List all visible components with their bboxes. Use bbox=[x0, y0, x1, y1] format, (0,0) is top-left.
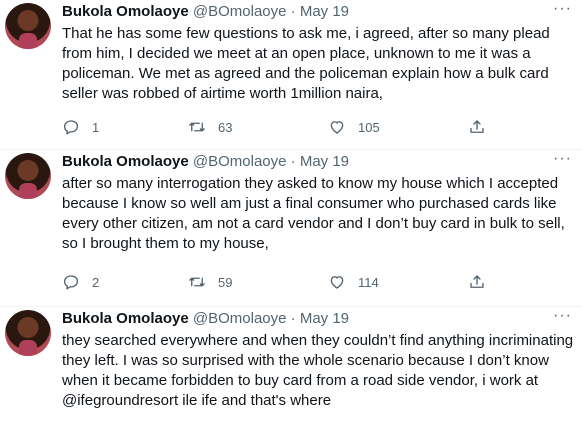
separator: · bbox=[290, 3, 296, 20]
separator: · bbox=[290, 153, 296, 170]
author-name[interactable]: Bukola Omolaoye bbox=[62, 153, 189, 170]
share-icon bbox=[470, 120, 484, 133]
retweet-count: 59 bbox=[218, 274, 233, 290]
tweet-text: That he has some few questions to ask me… bbox=[62, 25, 550, 102]
like-button[interactable]: 105 bbox=[328, 117, 380, 137]
heart-icon bbox=[330, 121, 344, 134]
tweet-actions: 2 59 114 bbox=[62, 272, 502, 292]
author-handle[interactable]: @BOmolaoye bbox=[193, 153, 287, 170]
reply-count: 2 bbox=[92, 274, 100, 290]
reply-button[interactable]: 1 bbox=[62, 117, 99, 137]
author-name[interactable]: Bukola Omolaoye bbox=[62, 310, 189, 327]
retweet-button[interactable]: 63 bbox=[188, 117, 232, 137]
tweet-header: Bukola Omolaoye @BOmolaoye · May 19 bbox=[62, 309, 562, 329]
author-handle[interactable]: @BOmolaoye bbox=[193, 3, 287, 20]
tweet-header: Bukola Omolaoye @BOmolaoye · May 19 bbox=[62, 2, 562, 22]
tweet-text: after so many interrogation they asked t… bbox=[62, 175, 565, 252]
share-button[interactable] bbox=[468, 272, 486, 292]
more-icon[interactable]: ··· bbox=[553, 150, 572, 168]
tweet-date[interactable]: May 19 bbox=[300, 153, 349, 170]
tweet[interactable]: Bukola Omolaoye @BOmolaoye · May 19 ··· … bbox=[0, 150, 582, 307]
reply-icon bbox=[63, 120, 79, 135]
author-handle[interactable]: @BOmolaoye bbox=[193, 310, 287, 327]
reply-count: 1 bbox=[92, 119, 100, 135]
avatar[interactable] bbox=[5, 153, 51, 199]
like-count: 114 bbox=[358, 274, 379, 290]
tweet-header: Bukola Omolaoye @BOmolaoye · May 19 bbox=[62, 152, 562, 172]
retweet-count: 63 bbox=[218, 119, 233, 135]
separator: · bbox=[290, 310, 296, 327]
tweet-date[interactable]: May 19 bbox=[300, 310, 349, 327]
tweet-date[interactable]: May 19 bbox=[300, 3, 349, 20]
retweet-icon bbox=[189, 122, 205, 132]
more-icon[interactable]: ··· bbox=[553, 307, 572, 325]
share-icon bbox=[470, 275, 484, 288]
tweet-text: they searched everywhere and when they c… bbox=[62, 332, 574, 409]
heart-icon bbox=[330, 276, 344, 289]
share-button[interactable] bbox=[468, 117, 486, 137]
tweet[interactable]: Bukola Omolaoye @BOmolaoye · May 19 ··· … bbox=[0, 0, 582, 150]
retweet-icon bbox=[189, 277, 205, 287]
tweet-actions: 1 63 105 bbox=[62, 117, 502, 137]
more-icon[interactable]: ··· bbox=[553, 0, 572, 18]
avatar[interactable] bbox=[5, 3, 51, 49]
tweet[interactable]: Bukola Omolaoye @BOmolaoye · May 19 ··· … bbox=[0, 307, 582, 427]
like-button[interactable]: 114 bbox=[328, 272, 379, 292]
avatar[interactable] bbox=[5, 310, 51, 356]
reply-button[interactable]: 2 bbox=[62, 272, 99, 292]
reply-icon bbox=[63, 275, 79, 290]
author-name[interactable]: Bukola Omolaoye bbox=[62, 3, 189, 20]
like-count: 105 bbox=[358, 119, 380, 135]
retweet-button[interactable]: 59 bbox=[188, 272, 232, 292]
